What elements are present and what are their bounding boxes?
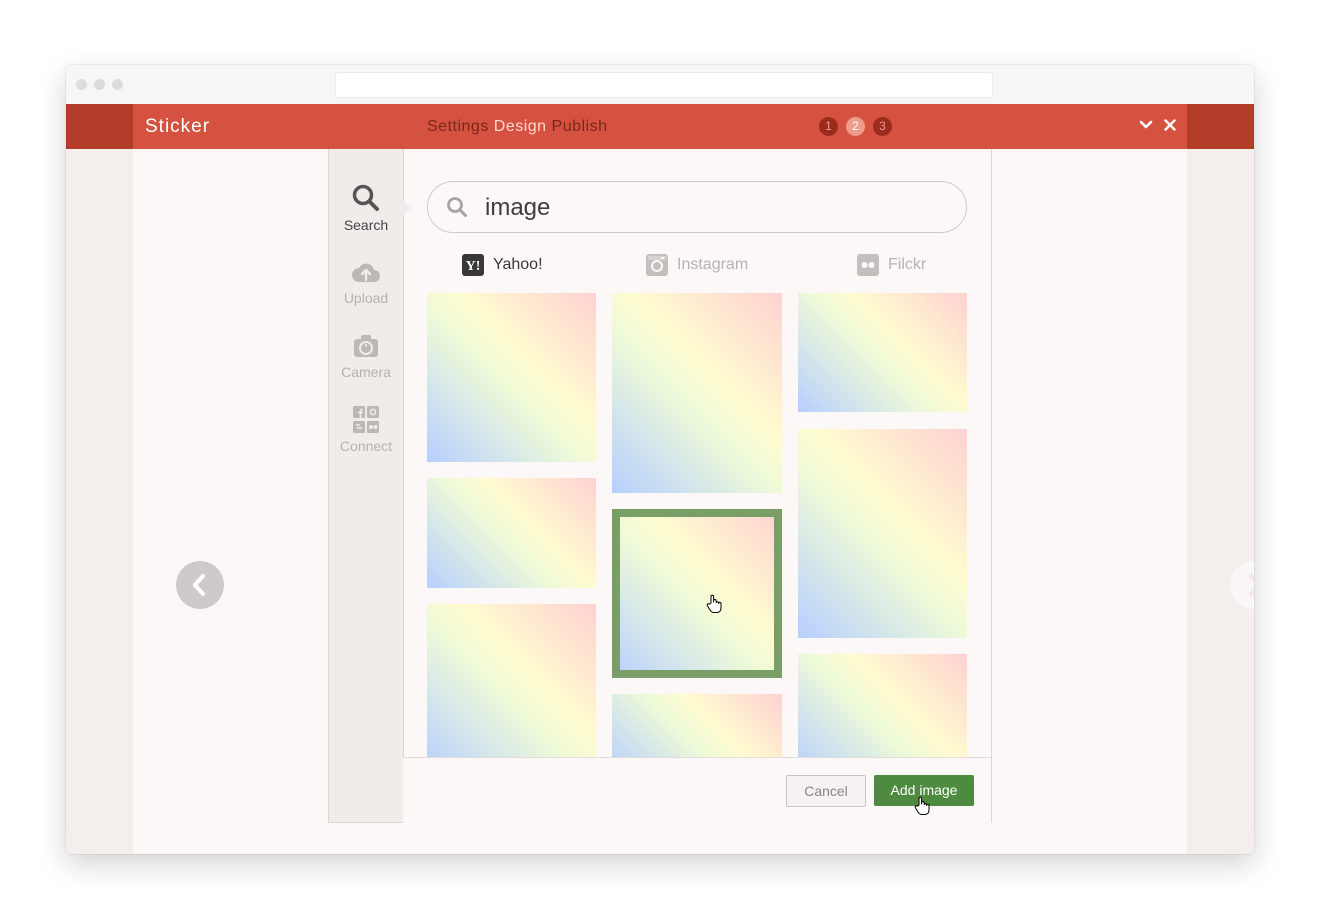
image-result[interactable] xyxy=(798,293,967,412)
window-minimize-dot[interactable] xyxy=(94,79,105,90)
sidebar-item-label: Connect xyxy=(339,438,393,454)
step-badge-3[interactable]: 3 xyxy=(873,117,892,136)
search-query: image xyxy=(485,194,551,221)
sidebar-active-pointer xyxy=(402,199,411,217)
dialog-footer: Cancel Add image xyxy=(403,757,991,823)
yahoo-icon: Y! xyxy=(462,254,484,276)
chevron-right-icon xyxy=(1249,574,1254,596)
social-grid-icon xyxy=(353,406,379,433)
source-label: Instagram xyxy=(677,256,749,273)
add-image-dialog: Search Upload Camera Connect image Y! Ya… xyxy=(328,149,992,823)
image-result[interactable] xyxy=(798,654,967,757)
step-badge-1[interactable]: 1 xyxy=(819,117,838,136)
cloud-upload-icon xyxy=(352,263,380,282)
window-zoom-dot[interactable] xyxy=(112,79,123,90)
image-result[interactable] xyxy=(612,694,782,757)
app-title: Sticker xyxy=(145,116,211,137)
image-result[interactable] xyxy=(427,478,596,588)
step-settings[interactable]: Settings xyxy=(427,118,489,135)
search-icon xyxy=(352,184,379,211)
step-design[interactable]: Design xyxy=(494,118,547,135)
app-header-inner: Sticker Settings Design Publish 1 2 3 xyxy=(133,104,1187,149)
hand-cursor-icon xyxy=(914,796,930,815)
sidebar-item-connect[interactable]: Connect xyxy=(329,406,403,454)
sidebar-item-search[interactable]: Search xyxy=(329,183,403,233)
camera-icon xyxy=(354,335,378,357)
image-result-selected[interactable] xyxy=(612,509,782,678)
sidebar-item-label: Search xyxy=(343,217,389,233)
previous-button[interactable] xyxy=(176,561,224,609)
source-label: Filckr xyxy=(888,256,927,273)
image-result[interactable] xyxy=(798,429,967,638)
browser-chrome xyxy=(66,65,1254,104)
next-button[interactable] xyxy=(1230,561,1254,609)
instagram-icon xyxy=(646,254,668,276)
image-results-grid xyxy=(427,293,967,757)
sidebar-item-label: Upload xyxy=(343,290,389,306)
image-result[interactable] xyxy=(427,604,596,757)
image-result[interactable] xyxy=(427,293,596,462)
sidebar-item-label: Camera xyxy=(341,364,391,380)
source-label: Yahoo! xyxy=(493,256,543,273)
app-header: Sticker Settings Design Publish 1 2 3 xyxy=(66,104,1254,149)
svg-text:Y!: Y! xyxy=(466,259,481,274)
search-input[interactable]: image xyxy=(427,181,967,233)
chevron-down-icon[interactable] xyxy=(1138,117,1154,133)
image-result[interactable] xyxy=(612,293,782,493)
flickr-icon xyxy=(857,254,879,276)
close-icon[interactable] xyxy=(1162,117,1178,133)
step-publish[interactable]: Publish xyxy=(552,118,608,135)
step-badge-2[interactable]: 2 xyxy=(846,117,865,136)
cancel-button[interactable]: Cancel xyxy=(786,775,866,807)
search-icon xyxy=(447,197,467,217)
sidebar-item-upload[interactable]: Upload xyxy=(329,258,403,306)
browser-window: Sticker Settings Design Publish 1 2 3 Se… xyxy=(66,65,1254,854)
step-nav: Settings Design Publish xyxy=(427,118,608,136)
window-close-dot[interactable] xyxy=(76,79,87,90)
source-sidebar: Search Upload Camera Connect xyxy=(329,149,404,822)
sidebar-item-camera[interactable]: Camera xyxy=(329,332,403,380)
address-bar[interactable] xyxy=(335,72,993,98)
chevron-left-icon xyxy=(193,574,205,596)
hand-cursor-icon xyxy=(706,594,722,613)
